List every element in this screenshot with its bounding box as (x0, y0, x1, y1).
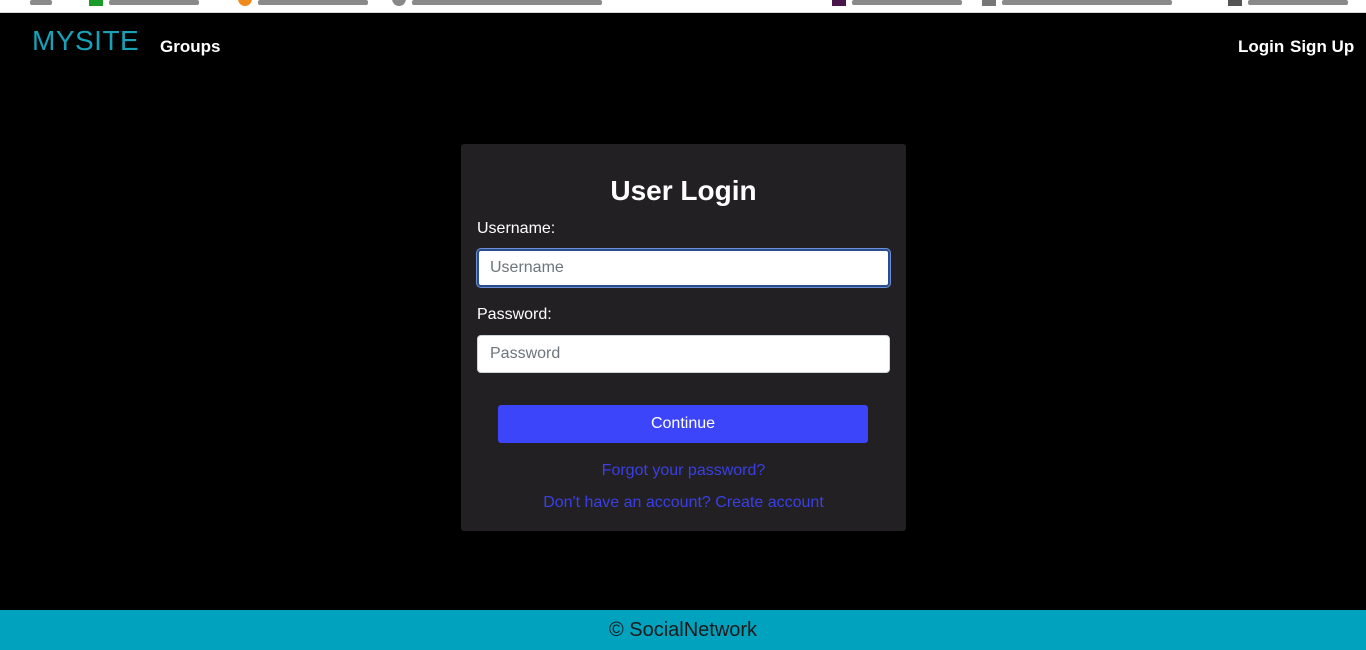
nav-link-groups[interactable]: Groups (160, 37, 220, 57)
username-input[interactable] (477, 249, 890, 287)
login-title: User Login (610, 175, 757, 206)
footer: © SocialNetwork (0, 610, 1366, 650)
top-navbar: MYSITE Groups Login Sign Up (0, 13, 1366, 77)
bookmark-item[interactable] (832, 0, 962, 6)
bookmark-item[interactable] (238, 0, 368, 6)
password-label: Password: (477, 306, 552, 323)
bookmarks-bar (0, 0, 1366, 13)
create-account-link[interactable]: Don't have an account? Create account (461, 494, 906, 512)
globe-icon (392, 0, 406, 6)
login-card: User Login Username: Password: Continue … (461, 144, 906, 531)
footer-copyright: © SocialNetwork (608, 619, 758, 641)
folder-icon (1228, 0, 1242, 6)
continue-button[interactable]: Continue (498, 405, 868, 443)
spreadsheet-icon (89, 0, 103, 6)
bookmark-item[interactable] (1228, 0, 1348, 6)
username-label: Username: (477, 220, 556, 237)
bookmark-item[interactable] (982, 0, 1172, 6)
bookmark-item[interactable] (30, 0, 52, 5)
page-icon (982, 0, 996, 6)
brand-logo[interactable]: MYSITE (32, 25, 139, 57)
bookmark-item[interactable] (89, 0, 199, 6)
forgot-password-link[interactable]: Forgot your password? (461, 462, 906, 480)
bookmark-item[interactable] (392, 0, 602, 6)
site-icon (238, 0, 252, 6)
nav-link-signup[interactable]: Sign Up (1290, 37, 1354, 57)
app-icon (832, 0, 846, 6)
nav-link-login[interactable]: Login (1238, 37, 1284, 57)
password-input[interactable] (477, 335, 890, 373)
